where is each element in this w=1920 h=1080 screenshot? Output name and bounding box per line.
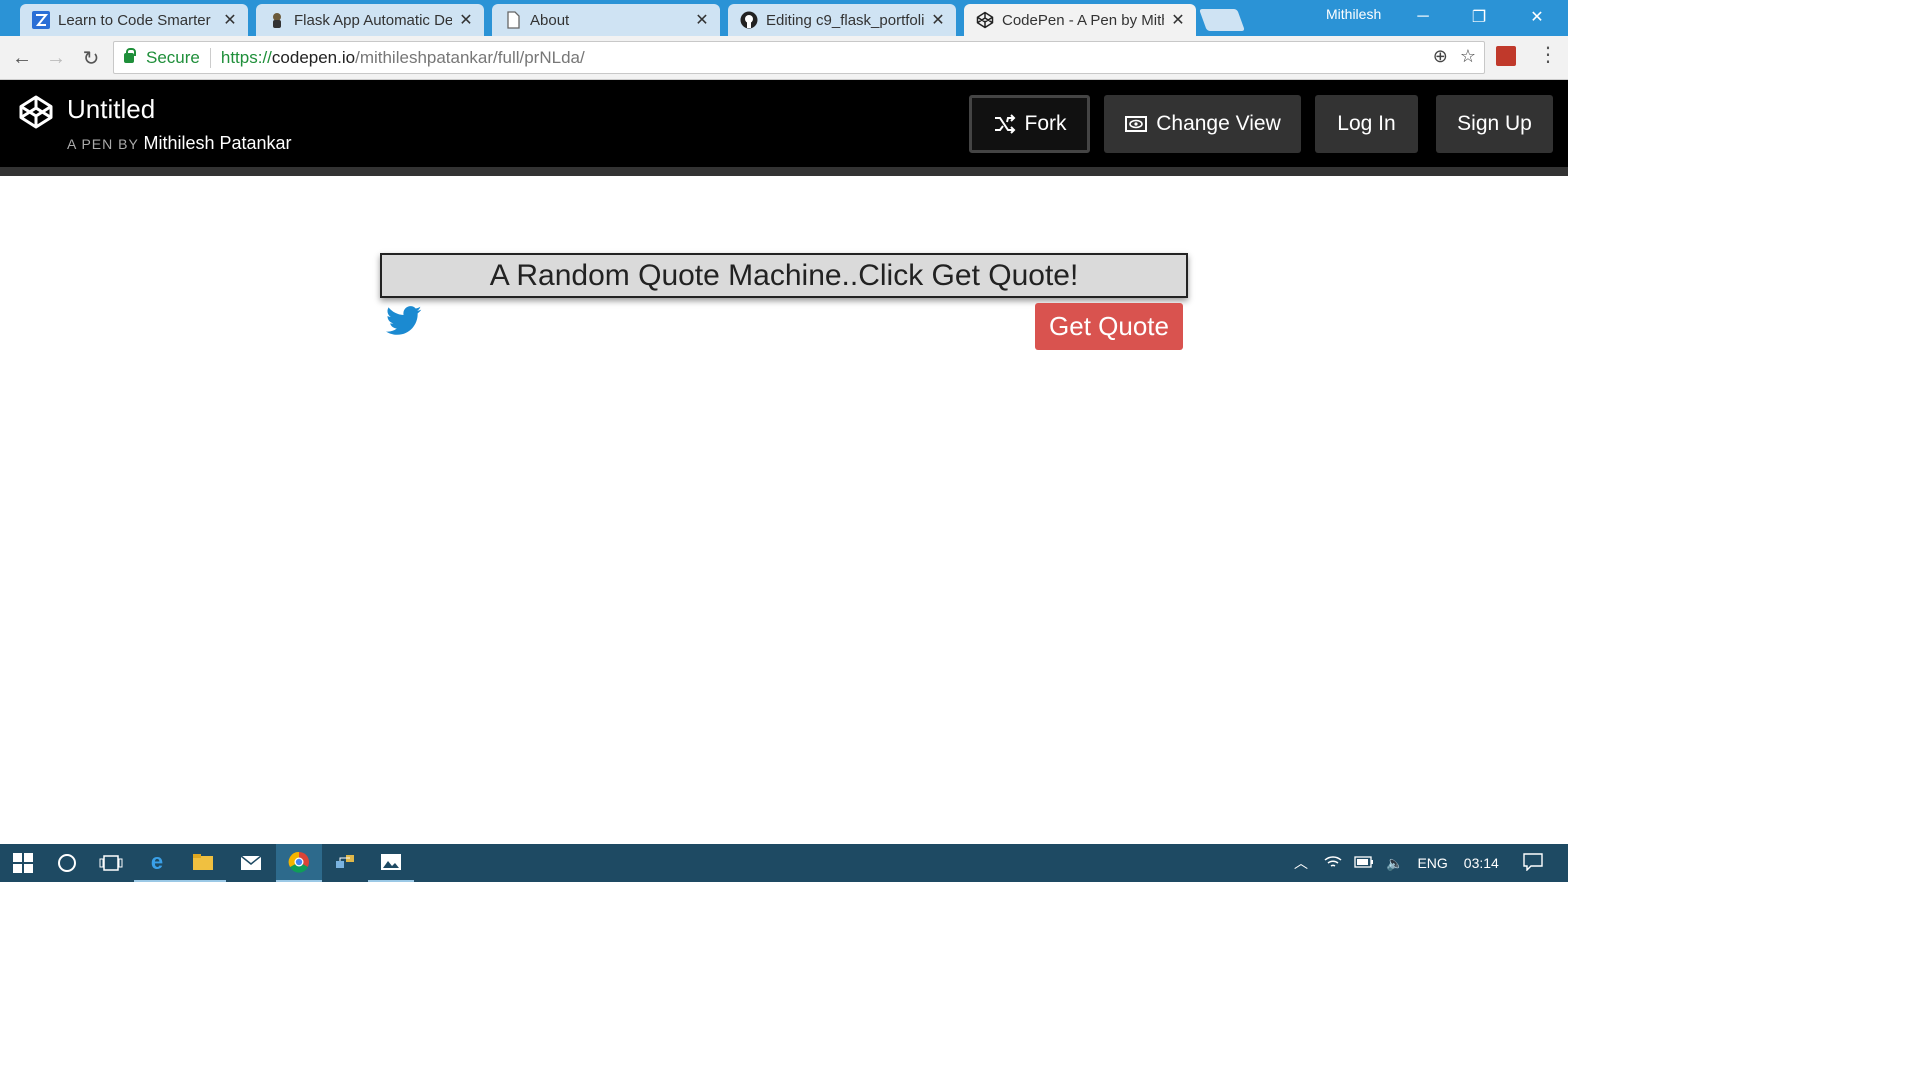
bookmark-star-icon[interactable]: ☆ <box>1460 46 1476 67</box>
secure-label: Secure <box>146 47 200 67</box>
close-icon[interactable]: ✕ <box>1170 10 1186 30</box>
eye-icon <box>1125 116 1148 132</box>
battery-icon[interactable] <box>1354 855 1374 871</box>
close-icon[interactable]: ✕ <box>458 10 474 30</box>
quote-text: A Random Quote Machine..Click Get Quote! <box>489 258 1079 292</box>
signup-button[interactable]: Sign Up <box>1436 95 1553 153</box>
file-explorer-icon[interactable] <box>180 844 226 882</box>
task-view-icon[interactable] <box>88 844 134 882</box>
browser-titlebar: Learn to Code Smarter ✕ Flask App Automa… <box>0 0 1568 36</box>
url-path: /mithileshpatankar/full/prNLda/ <box>355 47 585 67</box>
clock[interactable]: 03:14 <box>1464 855 1499 871</box>
pen-title: Untitled <box>67 94 156 124</box>
restore-icon[interactable]: ❐ <box>1456 0 1502 34</box>
show-hidden-icons-icon[interactable]: ︿ <box>1294 853 1308 873</box>
browser-user[interactable]: Mithilesh <box>1326 6 1381 22</box>
extension-icon[interactable] <box>1496 46 1516 66</box>
address-bar[interactable]: Secure https:// codepen.io /mithileshpat… <box>113 41 1485 74</box>
fork-icon <box>994 114 1015 134</box>
tab-codepen[interactable]: CodePen - A Pen by Mith ✕ <box>964 4 1196 36</box>
chrome-icon[interactable] <box>276 844 322 882</box>
quote-box: A Random Quote Machine..Click Get Quote! <box>380 253 1188 298</box>
login-button[interactable]: Log In <box>1315 95 1418 153</box>
fork-button[interactable]: Fork <box>969 95 1090 153</box>
codepen-header: Untitled A PEN BY Mithilesh Patankar For… <box>0 80 1568 167</box>
edge-icon[interactable]: e <box>134 844 180 882</box>
minimize-icon[interactable]: ─ <box>1400 0 1446 34</box>
pen-byline: A PEN BY Mithilesh Patankar <box>67 133 292 154</box>
header-divider <box>0 167 1568 176</box>
menu-icon[interactable]: ⋮ <box>1538 42 1558 67</box>
tab-title: CodePen - A Pen by Mith <box>1002 11 1164 29</box>
action-center-icon[interactable] <box>1523 852 1543 874</box>
close-icon[interactable]: ✕ <box>694 10 710 30</box>
author-link[interactable]: Mithilesh Patankar <box>143 133 291 153</box>
tab-title: About <box>530 11 570 29</box>
system-tray: ︿ 🔈 ENG 03:14 <box>1294 844 1543 882</box>
windows-taskbar: e ︿ 🔈 ENG 03:14 <box>0 844 1568 882</box>
reload-icon[interactable]: ↻ <box>77 44 105 72</box>
language-indicator[interactable]: ENG <box>1417 855 1447 871</box>
tab-learn-to-code[interactable]: Learn to Code Smarter ✕ <box>20 4 248 36</box>
windows-start-icon[interactable] <box>0 844 46 882</box>
tab-title: Editing c9_flask_portfolio <box>766 11 924 29</box>
forward-icon[interactable]: → <box>42 44 70 72</box>
document-icon <box>504 11 522 29</box>
github-icon <box>740 11 758 29</box>
close-icon[interactable]: ✕ <box>222 10 238 30</box>
photos-icon[interactable] <box>368 844 414 882</box>
signup-label: Sign Up <box>1457 112 1532 135</box>
divider <box>209 47 211 68</box>
codepen-logo-icon[interactable] <box>18 94 54 130</box>
back-icon[interactable]: ← <box>8 44 36 72</box>
mail-icon[interactable] <box>228 844 274 882</box>
tab-flask-app[interactable]: Flask App Automatic Dep ✕ <box>256 4 484 36</box>
zap-icon <box>32 11 50 29</box>
get-quote-label: Get Quote <box>1049 311 1169 341</box>
byline-prefix: A PEN BY <box>67 136 139 152</box>
change-view-label: Change View <box>1156 112 1281 135</box>
url-scheme: https:// <box>220 47 272 67</box>
change-view-button[interactable]: Change View <box>1104 95 1301 153</box>
close-icon[interactable]: ✕ <box>930 10 946 30</box>
flask-icon <box>268 11 286 29</box>
cortana-icon[interactable] <box>44 844 90 882</box>
zoom-icon[interactable]: ⊕ <box>1433 46 1448 67</box>
wifi-icon[interactable] <box>1324 855 1342 872</box>
url-host: codepen.io <box>271 47 356 67</box>
login-label: Log In <box>1337 112 1396 135</box>
network-app-icon[interactable] <box>322 844 368 882</box>
fork-label: Fork <box>1024 112 1067 135</box>
tab-github-editing[interactable]: Editing c9_flask_portfolio ✕ <box>728 4 956 36</box>
lock-icon <box>124 47 136 63</box>
tab-title: Learn to Code Smarter <box>58 11 211 29</box>
browser-toolbar: ← → ↻ Secure https:// codepen.io /mithil… <box>0 36 1568 80</box>
new-tab-button[interactable] <box>1198 9 1246 31</box>
twitter-icon[interactable] <box>386 305 422 337</box>
get-quote-button[interactable]: Get Quote <box>1035 303 1183 350</box>
codepen-icon <box>976 11 994 29</box>
tab-title: Flask App Automatic Dep <box>294 11 452 29</box>
close-window-icon[interactable]: ✕ <box>1514 0 1560 34</box>
tab-about[interactable]: About ✕ <box>492 4 720 36</box>
volume-icon[interactable]: 🔈 <box>1386 855 1403 872</box>
